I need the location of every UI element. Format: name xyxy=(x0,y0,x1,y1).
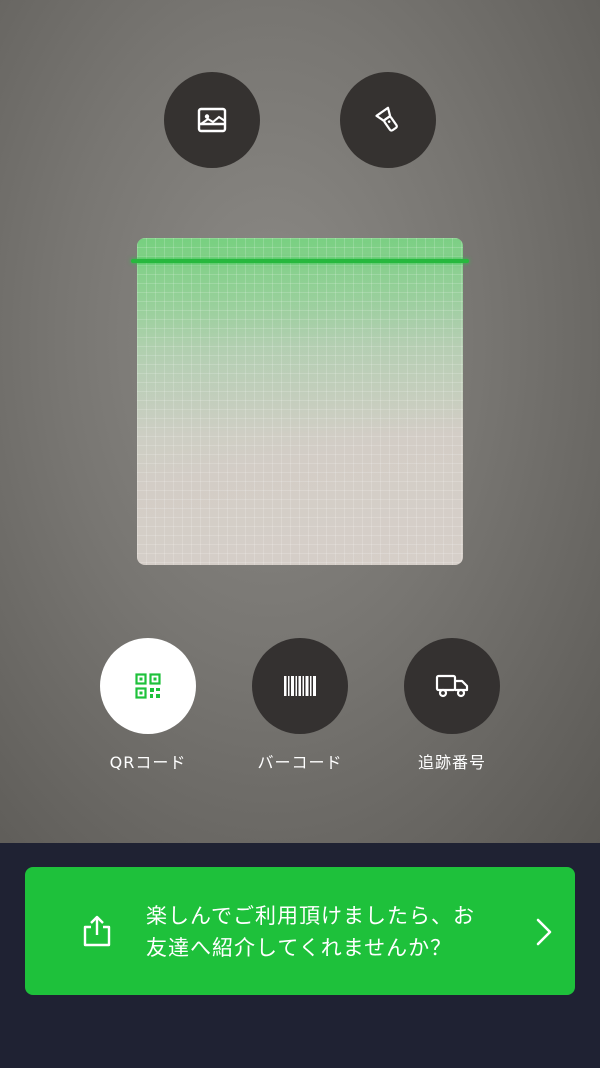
scan-line xyxy=(131,259,469,263)
barcode-mode-button[interactable] xyxy=(252,638,348,734)
scan-frame xyxy=(137,238,463,565)
qr-code-icon xyxy=(135,673,161,699)
camera-viewfinder: QRコード バーコード 追跡番号 xyxy=(0,0,600,843)
banner-text: 楽しんでご利用頂けましたら、お 友達へ紹介してくれませんか？ xyxy=(146,900,526,964)
share-icon xyxy=(83,915,111,947)
gallery-button[interactable] xyxy=(164,72,260,168)
banner-text-line2: 友達へ紹介してくれませんか？ xyxy=(146,936,453,960)
banner-text-line1: 楽しんでご利用頂けましたら、お xyxy=(146,904,475,928)
tracking-mode-label[interactable]: 追跡番号 xyxy=(382,749,522,773)
image-icon xyxy=(197,107,227,133)
qr-mode-label[interactable]: QRコード xyxy=(78,749,218,773)
qr-mode-button[interactable] xyxy=(100,638,196,734)
tracking-mode-button[interactable] xyxy=(404,638,500,734)
scan-grid xyxy=(137,238,463,565)
flashlight-button[interactable] xyxy=(340,72,436,168)
chevron-right-icon xyxy=(536,918,552,946)
flashlight-icon xyxy=(375,106,398,132)
truck-icon xyxy=(435,674,469,698)
barcode-icon xyxy=(284,676,316,696)
barcode-mode-label[interactable]: バーコード xyxy=(230,749,370,773)
invite-friends-banner[interactable]: 楽しんでご利用頂けましたら、お 友達へ紹介してくれませんか？ xyxy=(25,867,575,995)
